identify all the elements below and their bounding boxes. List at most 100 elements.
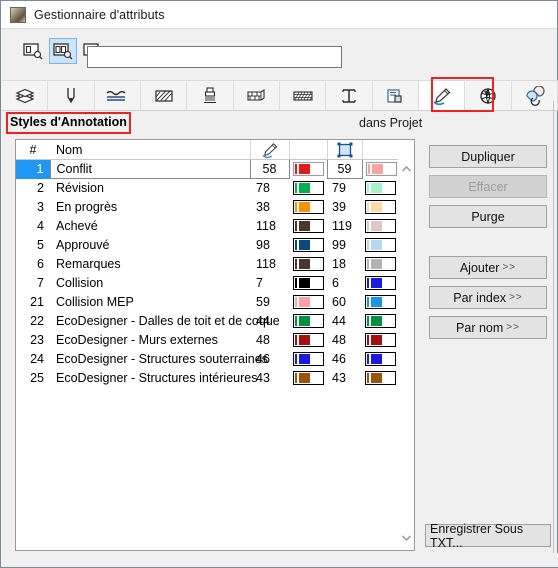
row-pen-swatch[interactable] bbox=[292, 199, 324, 214]
row-name[interactable]: EcoDesigner - Structures intérieures bbox=[50, 369, 257, 388]
table-row[interactable]: 21 Collision MEP 59 60 bbox=[16, 293, 400, 312]
row-selection-swatch-cell[interactable] bbox=[362, 179, 400, 198]
composite-icon[interactable] bbox=[280, 81, 327, 110]
table-row[interactable]: 7 Collision 7 6 bbox=[16, 274, 400, 293]
row-pen-swatch-cell[interactable] bbox=[289, 293, 327, 312]
table-row[interactable]: 24 EcoDesigner - Structures souterraines 4… bbox=[16, 350, 400, 369]
row-pen-swatch[interactable] bbox=[292, 313, 324, 328]
row-pen-index[interactable]: 43 bbox=[250, 369, 289, 388]
table-row[interactable]: 25 EcoDesigner - Structures intérieures 43… bbox=[16, 369, 400, 388]
zone-category-icon[interactable] bbox=[373, 81, 419, 110]
row-pen-swatch-cell[interactable] bbox=[289, 236, 327, 255]
row-selection-index[interactable]: 18 bbox=[327, 255, 362, 274]
row-pen-index[interactable]: 118 bbox=[250, 255, 289, 274]
row-pen-index[interactable]: 44 bbox=[250, 312, 289, 331]
search-input[interactable] bbox=[88, 47, 341, 67]
row-name[interactable]: Achevé bbox=[50, 217, 250, 236]
row-pen-index[interactable]: 7 bbox=[250, 274, 289, 293]
table-scrollbar[interactable] bbox=[398, 140, 414, 550]
row-pen-index[interactable]: 78 bbox=[250, 179, 289, 198]
row-pen-index[interactable]: 38 bbox=[250, 198, 289, 217]
row-pen-swatch[interactable] bbox=[292, 218, 324, 233]
row-pen-swatch-cell[interactable] bbox=[289, 331, 327, 350]
row-selection-swatch[interactable] bbox=[365, 351, 397, 366]
row-selection-index[interactable]: 44 bbox=[327, 312, 362, 331]
row-selection-swatch[interactable] bbox=[365, 275, 397, 290]
line-type-icon[interactable] bbox=[95, 81, 141, 110]
row-name[interactable]: Conflit bbox=[49, 159, 251, 179]
row-selection-swatch-cell[interactable] bbox=[362, 274, 400, 293]
row-pen-swatch-cell[interactable] bbox=[289, 274, 327, 293]
surface-brush-icon[interactable] bbox=[187, 81, 234, 110]
row-pen-swatch[interactable] bbox=[292, 275, 324, 290]
row-selection-swatch-cell[interactable] bbox=[362, 236, 400, 255]
row-selection-index[interactable]: 46 bbox=[327, 350, 362, 369]
row-pen-swatch[interactable] bbox=[292, 332, 324, 347]
row-selection-swatch-cell[interactable] bbox=[362, 255, 400, 274]
row-selection-swatch[interactable] bbox=[365, 313, 397, 328]
search-input-wrap[interactable] bbox=[87, 46, 342, 68]
search-single-icon[interactable] bbox=[19, 38, 47, 64]
row-name[interactable]: Collision bbox=[50, 274, 250, 293]
row-selection-index[interactable]: 119 bbox=[327, 217, 362, 236]
row-name[interactable]: Révision bbox=[50, 179, 250, 198]
row-selection-swatch[interactable] bbox=[365, 218, 397, 233]
row-pen-swatch[interactable] bbox=[292, 180, 324, 195]
annotation-style-icon[interactable] bbox=[418, 81, 466, 110]
save-as-txt-button[interactable]: Enregistrer Sous TXT... bbox=[425, 522, 551, 550]
table-row[interactable]: 22 EcoDesigner - Dalles de toit et de coq… bbox=[16, 312, 400, 331]
row-name[interactable]: Approuvé bbox=[50, 236, 250, 255]
row-pen-index[interactable]: 48 bbox=[250, 331, 289, 350]
row-selection-index[interactable]: 6 bbox=[327, 274, 362, 293]
purge-button[interactable]: Purge bbox=[429, 205, 547, 228]
row-pen-index[interactable]: 58 bbox=[249, 159, 290, 179]
row-selection-swatch-cell[interactable] bbox=[362, 331, 400, 350]
row-name[interactable]: EcoDesigner - Structures souterraines bbox=[50, 350, 268, 369]
row-name[interactable]: EcoDesigner - Murs externes bbox=[50, 331, 250, 350]
row-pen-swatch[interactable] bbox=[292, 237, 324, 252]
row-selection-index[interactable]: 39 bbox=[327, 198, 362, 217]
table-row[interactable]: 4 Achevé 118 119 bbox=[16, 217, 400, 236]
layers-icon[interactable] bbox=[2, 81, 49, 110]
row-pen-swatch-cell[interactable] bbox=[289, 198, 327, 217]
row-name[interactable]: EcoDesigner - Dalles de toit et de coque bbox=[50, 312, 280, 331]
row-selection-swatch-cell[interactable] bbox=[362, 350, 400, 369]
row-selection-swatch[interactable] bbox=[365, 332, 397, 347]
duplicate-button[interactable]: Dupliquer bbox=[429, 145, 547, 168]
row-selection-index[interactable]: 60 bbox=[327, 293, 362, 312]
row-pen-swatch[interactable] bbox=[292, 370, 324, 385]
row-selection-index[interactable]: 43 bbox=[327, 369, 362, 388]
row-selection-swatch[interactable] bbox=[365, 237, 397, 252]
row-pen-swatch-cell[interactable] bbox=[289, 160, 327, 179]
row-selection-index[interactable]: 99 bbox=[327, 236, 362, 255]
row-pen-index[interactable]: 118 bbox=[250, 217, 289, 236]
row-selection-swatch-cell[interactable] bbox=[362, 160, 400, 179]
pen-icon[interactable] bbox=[48, 81, 95, 110]
row-selection-swatch[interactable] bbox=[365, 161, 397, 176]
scroll-up-icon[interactable] bbox=[398, 161, 414, 177]
row-pen-swatch-cell[interactable] bbox=[289, 312, 327, 331]
renovation-filter-icon[interactable] bbox=[512, 81, 558, 110]
table-row[interactable]: 5 Approuvé 98 99 bbox=[16, 236, 400, 255]
row-pen-index[interactable]: 98 bbox=[250, 236, 289, 255]
table-row[interactable]: 2 Révision 78 79 bbox=[16, 179, 400, 198]
row-pen-swatch-cell[interactable] bbox=[289, 350, 327, 369]
row-name[interactable]: Collision MEP bbox=[50, 293, 250, 312]
building-material-icon[interactable] bbox=[234, 81, 280, 110]
row-pen-swatch-cell[interactable] bbox=[289, 179, 327, 198]
profile-icon[interactable] bbox=[326, 81, 373, 110]
row-selection-swatch-cell[interactable] bbox=[362, 369, 400, 388]
row-selection-swatch-cell[interactable] bbox=[362, 293, 400, 312]
row-pen-index[interactable]: 46 bbox=[250, 350, 289, 369]
row-pen-swatch-cell[interactable] bbox=[289, 255, 327, 274]
row-selection-swatch-cell[interactable] bbox=[362, 312, 400, 331]
row-selection-swatch[interactable] bbox=[365, 256, 397, 271]
row-selection-index[interactable]: 48 bbox=[327, 331, 362, 350]
by-index-button[interactable]: Par index >> bbox=[429, 286, 547, 309]
add-button[interactable]: Ajouter >> bbox=[429, 256, 547, 279]
row-selection-swatch-cell[interactable] bbox=[362, 198, 400, 217]
row-pen-swatch[interactable] bbox=[292, 351, 324, 366]
mep-system-icon[interactable] bbox=[465, 81, 512, 110]
row-pen-swatch[interactable] bbox=[292, 256, 324, 271]
row-pen-swatch-cell[interactable] bbox=[289, 217, 327, 236]
